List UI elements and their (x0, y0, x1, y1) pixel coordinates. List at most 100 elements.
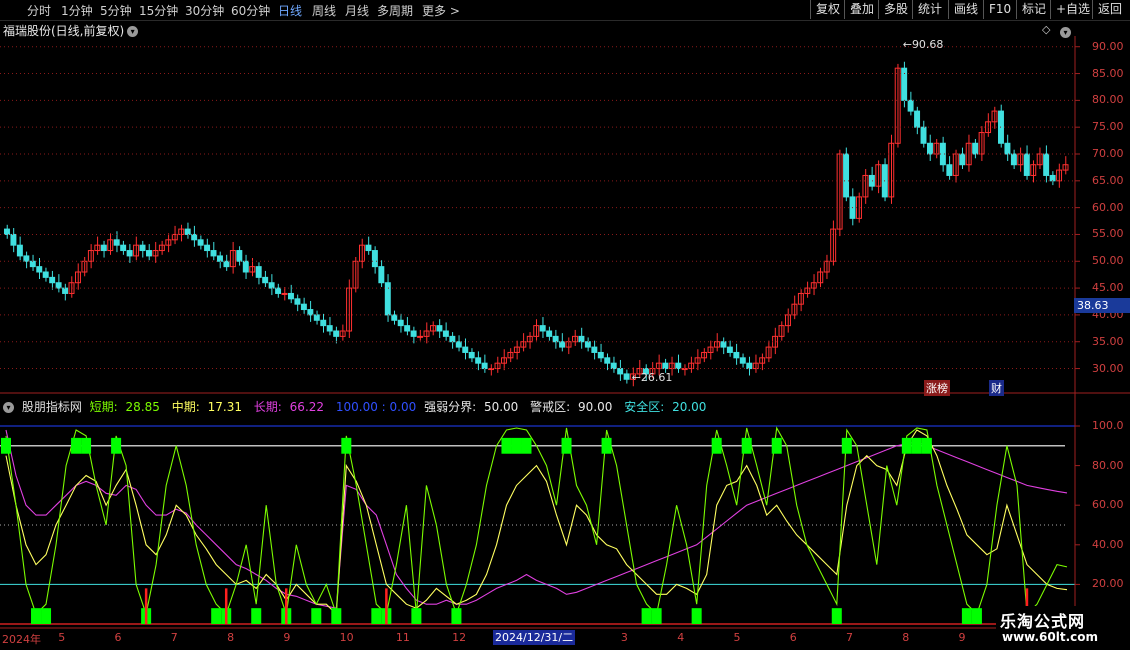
period-tab-8[interactable]: 月线 (345, 2, 369, 19)
candle-body (404, 325, 411, 332)
sell-zone-block (341, 437, 352, 454)
toolbar-button-6[interactable]: 标记 (1016, 0, 1051, 19)
candle-body (868, 174, 875, 187)
buy-zone-block (251, 608, 262, 624)
price-axis-label: 45.00 (1092, 281, 1124, 295)
candle-body (959, 153, 966, 166)
period-tab-10[interactable]: 更多 > (422, 2, 460, 19)
candle-body (217, 255, 223, 262)
candle-body (288, 292, 294, 300)
finance-badge[interactable]: 财 (989, 380, 1004, 396)
indicator-name[interactable]: 股朋指标网 (22, 400, 82, 414)
candle-body (62, 287, 69, 294)
period-tab-9[interactable]: 多周期 (377, 2, 413, 19)
candle-body (901, 67, 908, 101)
candle-body (481, 362, 488, 370)
period-tab-1[interactable]: 1分钟 (61, 2, 93, 19)
candle-body (10, 233, 17, 246)
period-tab-4[interactable]: 30分钟 (185, 2, 224, 19)
date-axis-label: 8 (227, 631, 235, 644)
candle-body (739, 357, 746, 364)
toolbar-button-3[interactable]: 统计 (912, 0, 947, 19)
date-axis-label: 9 (958, 631, 966, 644)
candle-body (552, 335, 559, 343)
candle-body (184, 228, 191, 235)
date-axis-label: 3 (620, 631, 628, 644)
candle-body (275, 287, 282, 294)
candle-body (204, 244, 211, 252)
candle-body (100, 244, 107, 252)
sell-zone-block (841, 437, 852, 454)
price-axis-label: 35.00 (1092, 334, 1124, 348)
candle-body (146, 250, 152, 257)
candle-body (662, 362, 669, 370)
candle-body (313, 314, 320, 321)
mid-term-line (5, 429, 1068, 616)
sell-zone-block (561, 437, 572, 454)
candle-body (333, 330, 340, 337)
date-axis-label: 7 (170, 631, 178, 644)
price-axis-label: 75.00 (1092, 120, 1124, 134)
chart-area[interactable] (0, 36, 1130, 630)
toolbar-button-1[interactable]: 叠加 (844, 0, 879, 19)
candle-body (468, 351, 475, 359)
candle-body (126, 250, 133, 257)
price-axis-label: 90.00 (1092, 39, 1124, 53)
candle-body (559, 341, 566, 348)
toolbar-button-2[interactable]: 多股 (878, 0, 913, 19)
period-toolbar: 分时 1分钟 5分钟 15分钟 30分钟 60分钟 日线 周线 月线 多周期 更多 > 复权 叠加 多股… (0, 0, 1130, 21)
period-tab-6[interactable]: 日线 (278, 2, 302, 19)
sell-zone-block (911, 437, 922, 454)
period-tab-5[interactable]: 60分钟 (231, 2, 270, 19)
price-axis-label: 70.00 (1092, 147, 1124, 160)
candle-body (442, 330, 449, 337)
candle-body (42, 271, 49, 278)
buy-zone-block (641, 608, 652, 624)
watermark-url: www.60lt.com (1002, 630, 1099, 644)
zhangbang-badge[interactable]: 涨榜 (924, 380, 950, 396)
toolbar-button-4[interactable]: 画线 (948, 0, 983, 19)
buy-zone-block (41, 608, 52, 624)
candle-body (49, 276, 56, 284)
candle-body (455, 341, 462, 348)
sell-zone-block (771, 437, 782, 454)
date-axis-label: 6 (114, 631, 122, 644)
candle-body (914, 110, 921, 128)
date-axis-label: 4 (677, 631, 685, 644)
toolbar-button-5[interactable]: F10 (983, 0, 1016, 19)
candle-body (300, 303, 307, 311)
sell-zone-block (521, 437, 532, 454)
indicator-axis-label: 20.00 (1092, 577, 1124, 591)
low-price-label: ←26.61 (631, 371, 673, 384)
candle-body (746, 362, 753, 370)
toolbar-button-8[interactable]: 返回 (1092, 0, 1127, 19)
candle-body (907, 99, 914, 112)
date-axis-label: 5 (733, 631, 741, 644)
watermark-title: 乐淘公式网 (1000, 612, 1086, 631)
date-axis-label: 12 (452, 631, 467, 644)
date-axis-label: 10 (339, 631, 354, 644)
toolbar-button-7[interactable]: +自选 (1050, 0, 1095, 19)
sell-zone-block (921, 437, 932, 454)
candle-body (675, 362, 682, 370)
chevron-down-icon[interactable]: ▾ (3, 402, 14, 413)
candle-body (410, 330, 417, 337)
candle-body (113, 239, 120, 246)
indicator-lines (0, 425, 1080, 625)
price-axis-label: 85.00 (1092, 66, 1124, 80)
price-axis-label: 30.00 (1092, 361, 1124, 375)
strength-readout: 强弱分界: 50.00 (424, 400, 519, 414)
diamond-icon[interactable]: ◇ (1042, 23, 1050, 36)
toolbar-button-0[interactable]: 复权 (810, 0, 845, 19)
period-tab-3[interactable]: 15分钟 (139, 2, 178, 19)
candle-body (191, 233, 198, 241)
candle-body (1049, 174, 1056, 182)
price-axis-label: 80.00 (1092, 93, 1124, 107)
period-tab-0[interactable]: 分时 (27, 2, 51, 19)
period-tab-7[interactable]: 周线 (312, 2, 336, 19)
period-tab-2[interactable]: 5分钟 (100, 2, 132, 19)
indicator-axis-label: 60.00 (1092, 498, 1124, 512)
buy-zone-block (691, 608, 702, 624)
buy-zone-block (971, 608, 982, 624)
candle-body (539, 325, 546, 332)
